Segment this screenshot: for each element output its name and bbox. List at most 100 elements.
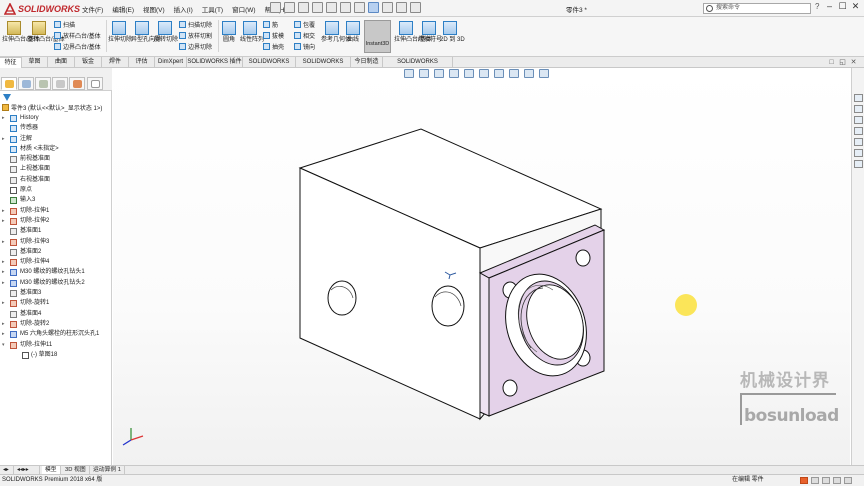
tree-item[interactable]: 传感器 — [0, 123, 112, 133]
intersect-button[interactable]: 相交 — [294, 32, 315, 41]
weld-symbol-button[interactable]: 焊接符号 — [418, 21, 442, 44]
search-commands-input[interactable]: 搜索命令 — [703, 3, 811, 14]
tab-features[interactable]: 特征 — [0, 57, 22, 68]
view-settings-icon[interactable] — [539, 69, 549, 78]
wrap-button[interactable]: 包覆 — [294, 21, 315, 30]
configuration-manager-tab[interactable] — [35, 77, 51, 90]
tree-item[interactable]: ▸ 切除-拉伸2 — [0, 216, 112, 226]
expand-arrow-icon[interactable]: ▸ — [2, 216, 5, 226]
expand-arrow-icon[interactable]: ▸ — [2, 206, 5, 216]
minimize-button[interactable]: – — [823, 1, 836, 12]
revolve-boss-button[interactable]: 旋转凸台/基体 — [27, 21, 65, 44]
collapse-arrow-icon[interactable]: ▾ — [2, 340, 5, 350]
solidworks-logo[interactable]: SOLIDWORKS — [4, 2, 80, 15]
curves-button[interactable]: 曲线 — [343, 21, 363, 44]
options-gear-icon[interactable] — [410, 2, 421, 13]
custom-properties-icon[interactable] — [853, 149, 863, 157]
tree-item[interactable]: ▸ 切除-旋转1 — [0, 298, 112, 308]
appearances-icon[interactable] — [853, 138, 863, 146]
settings-icon[interactable] — [844, 477, 852, 484]
sweep-button[interactable]: 扫描 — [54, 21, 75, 30]
tree-item[interactable]: ▸ 注解 — [0, 134, 112, 144]
fillet-button[interactable]: 圆角 — [219, 21, 239, 44]
display-manager-tab[interactable] — [69, 77, 85, 90]
tree-item[interactable]: ▸ 切除-拉伸4 — [0, 257, 112, 267]
reference-geometry-button[interactable]: 参考几何体 — [321, 21, 351, 44]
undo-icon[interactable] — [354, 2, 365, 13]
more-tabs-button[interactable] — [87, 77, 103, 90]
close-button[interactable]: ✕ — [849, 1, 862, 12]
tree-item[interactable]: 基准面4 — [0, 309, 112, 319]
new-document-icon[interactable] — [298, 2, 309, 13]
tree-item[interactable]: 基准面1 — [0, 226, 112, 236]
ime-icon[interactable] — [800, 477, 808, 484]
tab-evaluate[interactable]: 评估 — [129, 57, 155, 68]
edit-appearance-icon[interactable] — [509, 69, 519, 78]
tree-item[interactable]: 材质 <未指定> — [0, 144, 112, 154]
tab-weldments[interactable]: 焊件 — [102, 57, 129, 68]
pin-icon[interactable] — [270, 2, 281, 13]
expand-arrow-icon[interactable]: ▸ — [2, 267, 5, 277]
tree-item[interactable]: 右视基准面 — [0, 175, 112, 185]
expand-arrow-icon[interactable]: ▸ — [2, 319, 5, 329]
loft-cut-button[interactable]: 放样切割 — [179, 32, 212, 41]
expand-arrow-icon[interactable]: ▸ — [2, 298, 5, 308]
maximize-button[interactable]: ☐ — [836, 1, 849, 12]
tab-solidworks-addins[interactable]: SOLIDWORKS 插件 — [187, 57, 243, 68]
extrude-cut-button[interactable]: 拉伸切除 — [108, 21, 132, 44]
tab-manufacture[interactable]: 今日制造 — [351, 57, 383, 68]
linear-pattern-button[interactable]: 线性阵列 — [240, 21, 264, 44]
tree-item[interactable]: ▾ 切除-拉伸11 — [0, 340, 112, 350]
tree-item[interactable]: ▸ M30 螺纹的螺纹孔钻头2 — [0, 278, 112, 288]
tree-item[interactable]: 基准面3 — [0, 288, 112, 298]
tree-item[interactable]: ▸ M30 螺纹的螺纹孔钻头1 — [0, 267, 112, 277]
hole-wizard-button[interactable]: 异型孔向导 — [131, 21, 161, 44]
tab-sheet-metal[interactable]: 钣金 — [75, 57, 102, 68]
rebuild-icon[interactable] — [382, 2, 393, 13]
extrude-boss-2-button[interactable]: 拉伸凸台/基体 — [394, 21, 432, 44]
tree-item[interactable]: ▸ 切除-旋转2 — [0, 319, 112, 329]
instant3d-button[interactable]: Instant3D — [364, 20, 391, 53]
file-explorer-icon[interactable] — [853, 116, 863, 124]
close-pane-icon[interactable]: ✕ — [849, 59, 858, 67]
forum-icon[interactable] — [853, 160, 863, 168]
dimxpert-tab[interactable] — [52, 77, 68, 90]
scene-icon[interactable] — [524, 69, 534, 78]
design-library-icon[interactable] — [853, 105, 863, 113]
feature-tree-tab[interactable] — [1, 77, 17, 90]
view-palette-icon[interactable] — [853, 127, 863, 135]
sweep-cut-button[interactable]: 扫描切除 — [179, 21, 212, 30]
display-style-icon[interactable] — [479, 69, 489, 78]
menu-insert[interactable]: 插入(I) — [174, 4, 193, 14]
boundary-boss-button[interactable]: 边界凸台/基体 — [54, 43, 101, 52]
boundary-cut-button[interactable]: 边界切除 — [179, 43, 212, 52]
view-triad-icon[interactable] — [122, 428, 144, 446]
view-orientation-icon[interactable] — [464, 69, 474, 78]
expand-arrow-icon[interactable]: ▸ — [2, 134, 5, 144]
select-arrow-icon[interactable] — [368, 2, 379, 13]
solidworks-resources-icon[interactable] — [853, 94, 863, 102]
expand-arrow-icon[interactable]: ▸ — [2, 113, 5, 123]
microphone-icon[interactable] — [822, 477, 830, 484]
tree-item[interactable]: ▸ History — [0, 113, 112, 123]
print-icon[interactable] — [340, 2, 351, 13]
tab-solidworks-cam[interactable]: SOLIDWORKS CAM — [296, 57, 351, 75]
moon-icon[interactable] — [811, 477, 819, 484]
menu-window[interactable]: 窗口(W) — [232, 4, 255, 14]
menu-edit[interactable]: 编辑(E) — [112, 4, 134, 14]
menu-view[interactable]: 视图(V) — [143, 4, 165, 14]
draft-button[interactable]: 拔模 — [263, 32, 284, 41]
tab-sketch[interactable]: 草图 — [22, 57, 48, 68]
open-folder-icon[interactable] — [312, 2, 323, 13]
home-icon[interactable] — [284, 2, 295, 13]
loft-boss-button[interactable]: 放样凸台/基体 — [54, 32, 101, 41]
menu-file[interactable]: 文件(F) — [82, 4, 103, 14]
tree-item[interactable]: 基准面2 — [0, 247, 112, 257]
zoom-area-icon[interactable] — [419, 69, 429, 78]
tab-dimxpert[interactable]: DimXpert — [155, 57, 187, 68]
shell-button[interactable]: 抽壳 — [263, 43, 284, 52]
tree-item[interactable]: 上视基准面 — [0, 164, 112, 174]
help-button[interactable]: ? — [815, 2, 819, 11]
tab-solidworks-mbd[interactable]: SOLIDWORKS MBD — [243, 57, 296, 75]
expand-arrow-icon[interactable]: ▸ — [2, 278, 5, 288]
